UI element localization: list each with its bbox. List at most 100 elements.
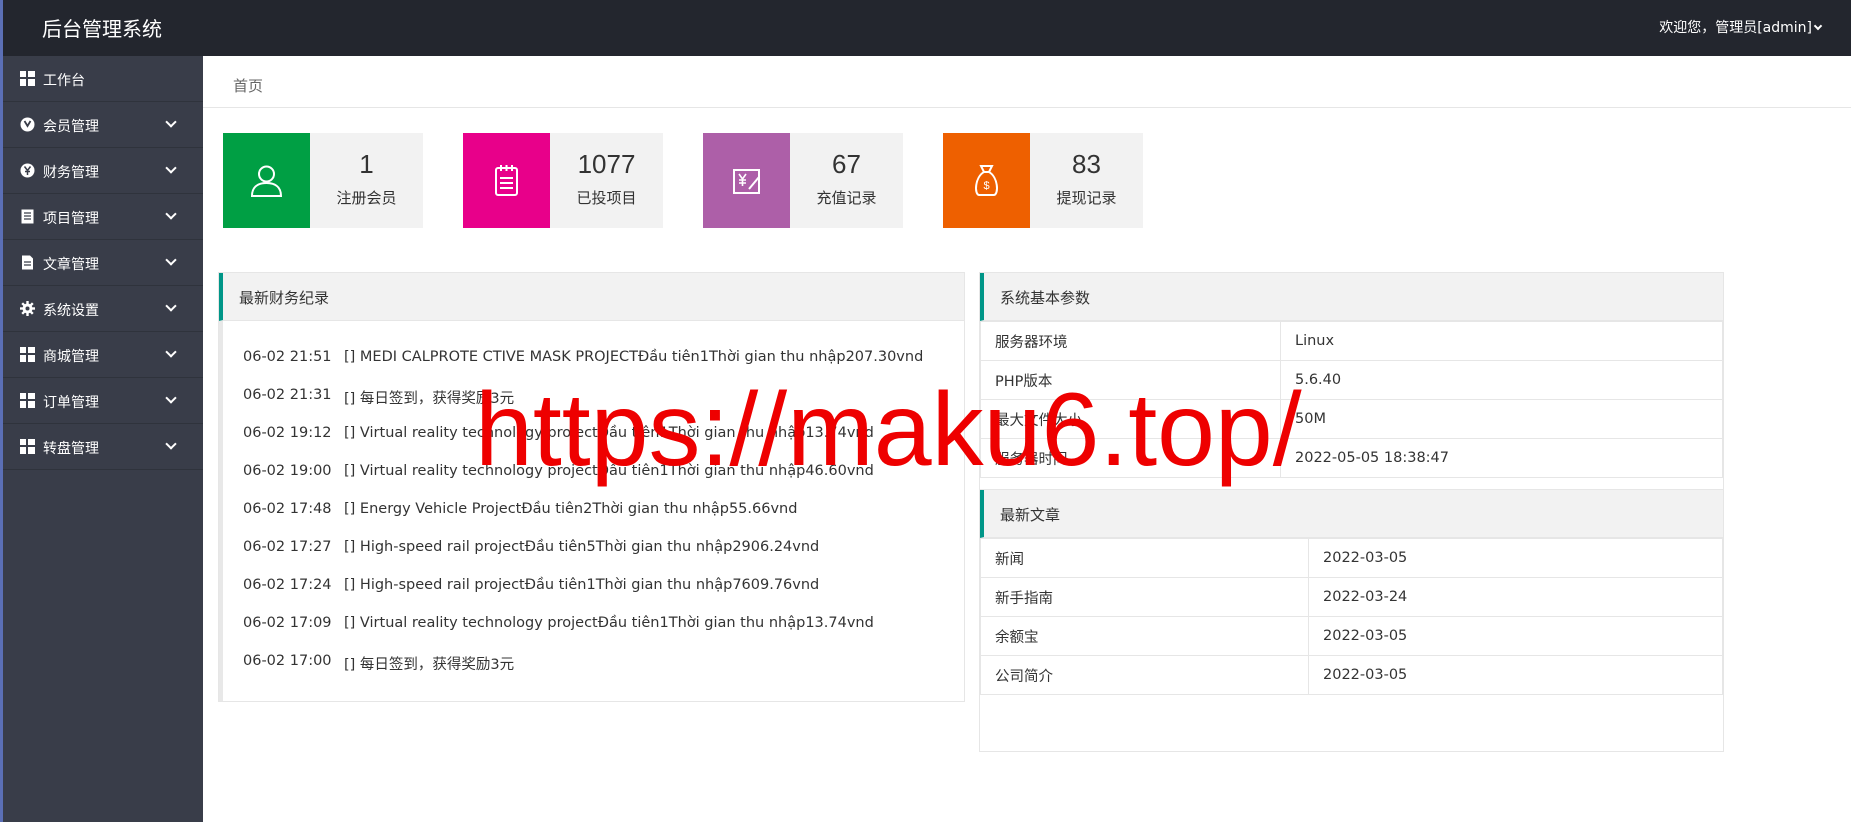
list-item[interactable]: 06-02 17:00 [] 每日签到，获得奖励3元: [223, 644, 964, 682]
chevron-down-icon: [165, 254, 177, 266]
stat-label: 充值记录: [816, 189, 877, 207]
article-name[interactable]: 余额宝: [980, 616, 1309, 656]
sidebar-item-wheel[interactable]: 转盘管理: [0, 424, 203, 470]
article-name[interactable]: 新手指南: [980, 577, 1309, 617]
list-item[interactable]: 06-02 21:51 [] MEDI CALPROTE CTIVE MASK P…: [223, 340, 964, 378]
gear-icon: [20, 301, 35, 316]
panel-title: 最新财务纪录: [219, 273, 964, 321]
user-menu[interactable]: 欢迎您，管理员[admin]: [1659, 17, 1823, 37]
sidebar-item-settings[interactable]: 系统设置: [0, 286, 203, 332]
finance-panel: 最新财务纪录 06-02 21:51 [] MEDI CALPROTE CTIVE…: [218, 272, 965, 702]
article-date: 2022-03-05: [1308, 655, 1723, 695]
list-item[interactable]: 06-02 21:31 [] 每日签到，获得奖励3元: [223, 378, 964, 416]
stat-icon-box: [223, 133, 310, 228]
article-name[interactable]: 新闻: [980, 538, 1309, 578]
stat-value: 1077: [577, 149, 636, 179]
record-time: 06-02 17:00: [243, 653, 332, 669]
finance-list: 06-02 21:51 [] MEDI CALPROTE CTIVE MASK P…: [219, 321, 964, 701]
sidebar-item-label: 订单管理: [43, 395, 99, 411]
stat-label: 已投项目: [576, 189, 637, 207]
finance-icon: [20, 163, 35, 178]
stat-icon-box: [703, 133, 790, 228]
table-row[interactable]: 新闻 2022-03-05: [980, 538, 1723, 578]
param-key: 服务器环境: [980, 321, 1281, 361]
param-key: 服务器时间: [980, 438, 1281, 478]
left-accent-line: [0, 0, 3, 822]
sidebar-item-label: 文章管理: [43, 257, 99, 273]
order-icon: [20, 393, 35, 408]
panel-title: 系统基本参数: [980, 273, 1723, 321]
stat-value: 67: [832, 149, 861, 179]
list-item[interactable]: 06-02 17:27 [] High-speed rail projectĐầu…: [223, 530, 964, 568]
chevron-down-icon: [165, 438, 177, 450]
list-item[interactable]: 06-02 19:12 [] Virtual reality technology…: [223, 416, 964, 454]
list-item[interactable]: 06-02 17:48 [] Energy Vehicle ProjectĐầu …: [223, 492, 964, 530]
article-date: 2022-03-05: [1308, 616, 1723, 656]
table-row[interactable]: 余额宝 2022-03-05: [980, 616, 1723, 656]
sidebar-item-orders[interactable]: 订单管理: [0, 378, 203, 424]
sidebar-item-label: 系统设置: [43, 303, 99, 319]
member-icon: [20, 117, 35, 132]
chevron-down-icon: [165, 300, 177, 312]
sidebar-item-label: 项目管理: [43, 211, 99, 227]
param-key: 最大文件大小: [980, 399, 1281, 439]
param-key: PHP版本: [980, 360, 1281, 400]
user-greeting[interactable]: 欢迎您，管理员[admin]: [1659, 20, 1812, 36]
sidebar-item-label: 财务管理: [43, 165, 99, 181]
record-desc: [] High-speed rail projectĐầu tiên5Thời …: [344, 539, 820, 555]
record-desc: [] Virtual reality technology projectĐầu…: [344, 463, 874, 479]
table-row[interactable]: 新手指南 2022-03-24: [980, 577, 1723, 617]
record-desc: [] Energy Vehicle ProjectĐầu tiên2Thời g…: [344, 501, 798, 517]
record-desc: [] 每日签到，获得奖励3元: [344, 657, 515, 673]
record-desc: [] Virtual reality technology projectĐầu…: [344, 615, 874, 631]
main-content: 首页 1 注册会员 1077 已投项目 67 充值记录 $ 83 提现记录 最新…: [203, 56, 1851, 822]
param-value: 5.6.40: [1280, 360, 1723, 400]
sidebar-item-label: 商城管理: [43, 349, 99, 365]
sidebar-item-projects[interactable]: 项目管理: [0, 194, 203, 240]
stat-icon-box: $: [943, 133, 1030, 228]
list-item[interactable]: 06-02 17:09 [] Virtual reality technology…: [223, 606, 964, 644]
article-date: 2022-03-05: [1308, 538, 1723, 578]
article-name[interactable]: 公司简介: [980, 655, 1309, 695]
sidebar-item-members[interactable]: 会员管理: [0, 102, 203, 148]
stat-card-members[interactable]: 1 注册会员: [223, 133, 423, 228]
sidebar-item-label: 转盘管理: [43, 441, 99, 457]
breadcrumb-bar: 首页: [203, 56, 1851, 108]
record-time: 06-02 21:31: [243, 387, 332, 403]
sidebar-item-finance[interactable]: 财务管理: [0, 148, 203, 194]
list-item[interactable]: 06-02 19:00 [] Virtual reality technology…: [223, 454, 964, 492]
panel-title: 最新文章: [980, 490, 1723, 538]
stat-card-recharge[interactable]: 67 充值记录: [703, 133, 903, 228]
articles-table: 新闻 2022-03-05 新手指南 2022-03-24 余额宝 2022-03-0…: [980, 538, 1723, 695]
stat-card-withdraw[interactable]: $ 83 提现记录: [943, 133, 1143, 228]
table-row[interactable]: 公司简介 2022-03-05: [980, 655, 1723, 695]
chevron-down-icon[interactable]: [1813, 21, 1823, 31]
record-time: 06-02 19:00: [243, 463, 332, 479]
sidebar-item-shop[interactable]: 商城管理: [0, 332, 203, 378]
sidebar-item-label: 会员管理: [43, 119, 99, 135]
app-logo[interactable]: 后台管理系统: [42, 13, 162, 42]
record-desc: [] MEDI CALPROTE CTIVE MASK PROJECTĐầu t…: [344, 349, 924, 365]
chevron-down-icon: [165, 162, 177, 174]
stat-card-projects[interactable]: 1077 已投项目: [463, 133, 663, 228]
wheel-icon: [20, 439, 35, 454]
top-header: 后台管理系统 欢迎您，管理员[admin]: [0, 0, 1851, 822]
money-bag-icon: $: [975, 165, 998, 196]
table-row: 服务器时间 2022-05-05 18:38:47: [980, 438, 1723, 478]
record-time: 06-02 21:51: [243, 349, 332, 365]
sidebar-item-articles[interactable]: 文章管理: [0, 240, 203, 286]
record-time: 06-02 17:09: [243, 615, 332, 631]
breadcrumb[interactable]: 首页: [233, 75, 263, 96]
sidebar: 工作台 会员管理 财务管理 项目管理 文章管理 系统设置 商城管理 订单管理 转…: [0, 56, 203, 822]
chevron-down-icon: [165, 208, 177, 220]
articles-panel: 最新文章 新闻 2022-03-05 新手指南 2022-03-24 余额宝 2022…: [979, 489, 1724, 752]
notepad-icon: [495, 165, 518, 196]
table-row: 最大文件大小 50M: [980, 399, 1723, 439]
list-item[interactable]: 06-02 17:24 [] High-speed rail projectĐầu…: [223, 568, 964, 606]
sidebar-item-dashboard[interactable]: 工作台: [0, 56, 203, 102]
record-time: 06-02 19:12: [243, 425, 332, 441]
project-icon: [21, 209, 34, 224]
recharge-icon: [733, 169, 760, 194]
param-value: 50M: [1280, 399, 1723, 439]
shop-icon: [20, 347, 35, 362]
